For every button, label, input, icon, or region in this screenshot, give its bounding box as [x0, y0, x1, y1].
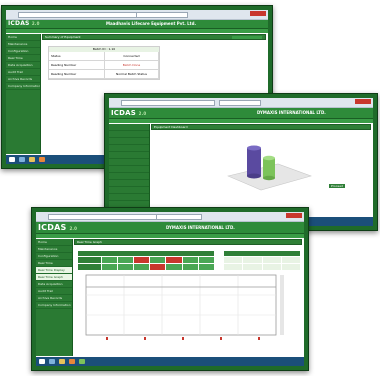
app-header: ICDAS 2.0 Maadhavis Lifecare Equipment P…	[6, 20, 268, 29]
address-bar[interactable]	[121, 100, 216, 106]
cylinder-green-body	[263, 158, 275, 178]
panel-header: Real Time Graph	[74, 239, 302, 245]
sidebar-item[interactable]	[109, 194, 149, 201]
screen-3-display: ICDAS 2.0 DYMAXIS INTERNATIONAL LTD. Hom…	[36, 212, 304, 366]
sidebar-item-home[interactable]: Home	[6, 34, 40, 41]
cylinder-purple-top	[247, 145, 261, 151]
sidebar	[109, 124, 150, 216]
sidebar-item-audit-trail[interactable]: Audit Trail	[6, 69, 40, 76]
sidebar-item-configuration[interactable]: Configuration	[6, 48, 40, 55]
graph-y-scrollbar	[280, 275, 284, 335]
menu-bar	[6, 29, 268, 33]
address-bar[interactable]	[48, 214, 158, 220]
app-icon[interactable]	[79, 359, 85, 364]
sidebar-item[interactable]	[109, 173, 149, 180]
browser-tab[interactable]	[156, 214, 202, 220]
table-row	[78, 264, 214, 270]
browser-chrome	[36, 212, 304, 222]
right-toolbar	[232, 36, 262, 39]
sidebar-item-company[interactable]: Company Information	[36, 302, 72, 309]
cylinder-purple-body	[247, 148, 261, 176]
proceed-button[interactable]: Proceed	[329, 184, 345, 188]
sidebar-item[interactable]	[109, 145, 149, 152]
table-row: Reading Number Normal Batch Status	[49, 70, 159, 79]
menu-bar	[109, 119, 373, 123]
app-header: ICDAS 2.0 DYMAXIS INTERNATIONAL LTD.	[36, 222, 304, 234]
table-row: Status Connected	[49, 52, 159, 61]
sidebar-item-maintenance[interactable]: Maintenance	[36, 246, 72, 253]
sidebar-item-company[interactable]: Company Information	[6, 83, 40, 90]
sidebar-item[interactable]	[109, 166, 149, 173]
browser-tab[interactable]	[219, 100, 261, 106]
readings-header-row	[78, 251, 214, 256]
summary-table: Batch ID : 1.10 Status Connected Reading…	[48, 46, 160, 80]
sidebar-item-audit-trail[interactable]: Audit Trail	[36, 288, 72, 295]
sidebar-item[interactable]	[109, 131, 149, 138]
folder-icon[interactable]	[59, 359, 65, 364]
sidebar: Home Maintenance Configuration Real Time…	[6, 34, 41, 154]
readings-table	[78, 251, 214, 270]
browser-chrome	[109, 98, 373, 108]
sidebar-item-data-acquisition[interactable]: Data Acquisition	[6, 62, 40, 69]
media-icon[interactable]	[69, 359, 75, 364]
taskbar	[36, 357, 304, 366]
sidebar-item-real-time[interactable]: Real Time	[36, 260, 72, 267]
media-icon[interactable]	[39, 157, 45, 162]
sidebar-item-configuration[interactable]: Configuration	[36, 253, 72, 260]
sidebar-item-real-time[interactable]: Real Time	[6, 55, 40, 62]
sidebar-item-home[interactable]: Home	[36, 239, 72, 246]
sidebar-item-maintenance[interactable]: Maintenance	[6, 41, 40, 48]
start-icon[interactable]	[9, 157, 15, 162]
monitor-screen-3: ICDAS 2.0 DYMAXIS INTERNATIONAL LTD. Hom…	[31, 207, 309, 371]
app-logo: ICDAS 2.0	[111, 109, 147, 117]
folder-icon[interactable]	[29, 157, 35, 162]
cylinder-purple-base	[247, 173, 261, 179]
summary-table-right	[224, 251, 300, 270]
address-bar[interactable]	[18, 12, 138, 18]
close-window-icon[interactable]	[250, 11, 266, 16]
sidebar-item[interactable]	[109, 187, 149, 194]
app-header: ICDAS 2.0 DYMAXIS INTERNATIONAL LTD.	[109, 108, 373, 119]
sidebar-item-archive[interactable]: Archive Records	[36, 295, 72, 302]
main-content: Real Time Graph	[74, 239, 302, 356]
sidebar-item-data-acquisition[interactable]: Data Acquisition	[36, 281, 72, 288]
app-logo: ICDAS 2.0	[8, 20, 40, 27]
sidebar-item[interactable]	[109, 138, 149, 145]
graph-x-ticks	[106, 337, 260, 340]
cylinder-green-base	[263, 175, 275, 181]
sidebar-item-archive[interactable]: Archive Records	[6, 76, 40, 83]
start-icon[interactable]	[39, 359, 45, 364]
ie-icon[interactable]	[19, 157, 25, 162]
close-window-icon[interactable]	[286, 213, 302, 218]
sidebar: Home Maintenance Configuration Real Time…	[36, 239, 73, 356]
sidebar-item-real-time-graph[interactable]: Real Time Graph	[36, 274, 72, 281]
menu-bar	[36, 234, 304, 238]
sidebar-item-real-time-display[interactable]: Real Time Display	[36, 267, 72, 274]
company-name: DYMAXIS INTERNATIONAL LTD.	[257, 110, 326, 115]
dashboard-3d-chart	[227, 145, 312, 191]
cylinder-green-top	[263, 155, 275, 161]
real-time-graph	[85, 274, 284, 340]
company-name: DYMAXIS INTERNATIONAL LTD.	[166, 225, 235, 230]
table-row	[78, 257, 214, 263]
sidebar-item[interactable]	[109, 159, 149, 166]
panel-header: Equipment Dashboard	[151, 124, 371, 130]
app-logo: ICDAS 2.0	[38, 223, 78, 232]
sidebar-item[interactable]	[109, 124, 149, 131]
ie-icon[interactable]	[49, 359, 55, 364]
table-row: Reading Number Batch Done	[49, 61, 159, 70]
sidebar-item[interactable]	[109, 180, 149, 187]
sidebar-item[interactable]	[109, 152, 149, 159]
company-name: Maadhavis Lifecare Equipment Pvt. Ltd.	[106, 21, 196, 26]
graph-plot-area	[85, 274, 277, 336]
close-window-icon[interactable]	[355, 99, 371, 104]
main-content: Equipment Dashboard Proceed	[151, 124, 371, 216]
browser-chrome	[6, 10, 268, 20]
browser-tab[interactable]	[136, 12, 188, 18]
